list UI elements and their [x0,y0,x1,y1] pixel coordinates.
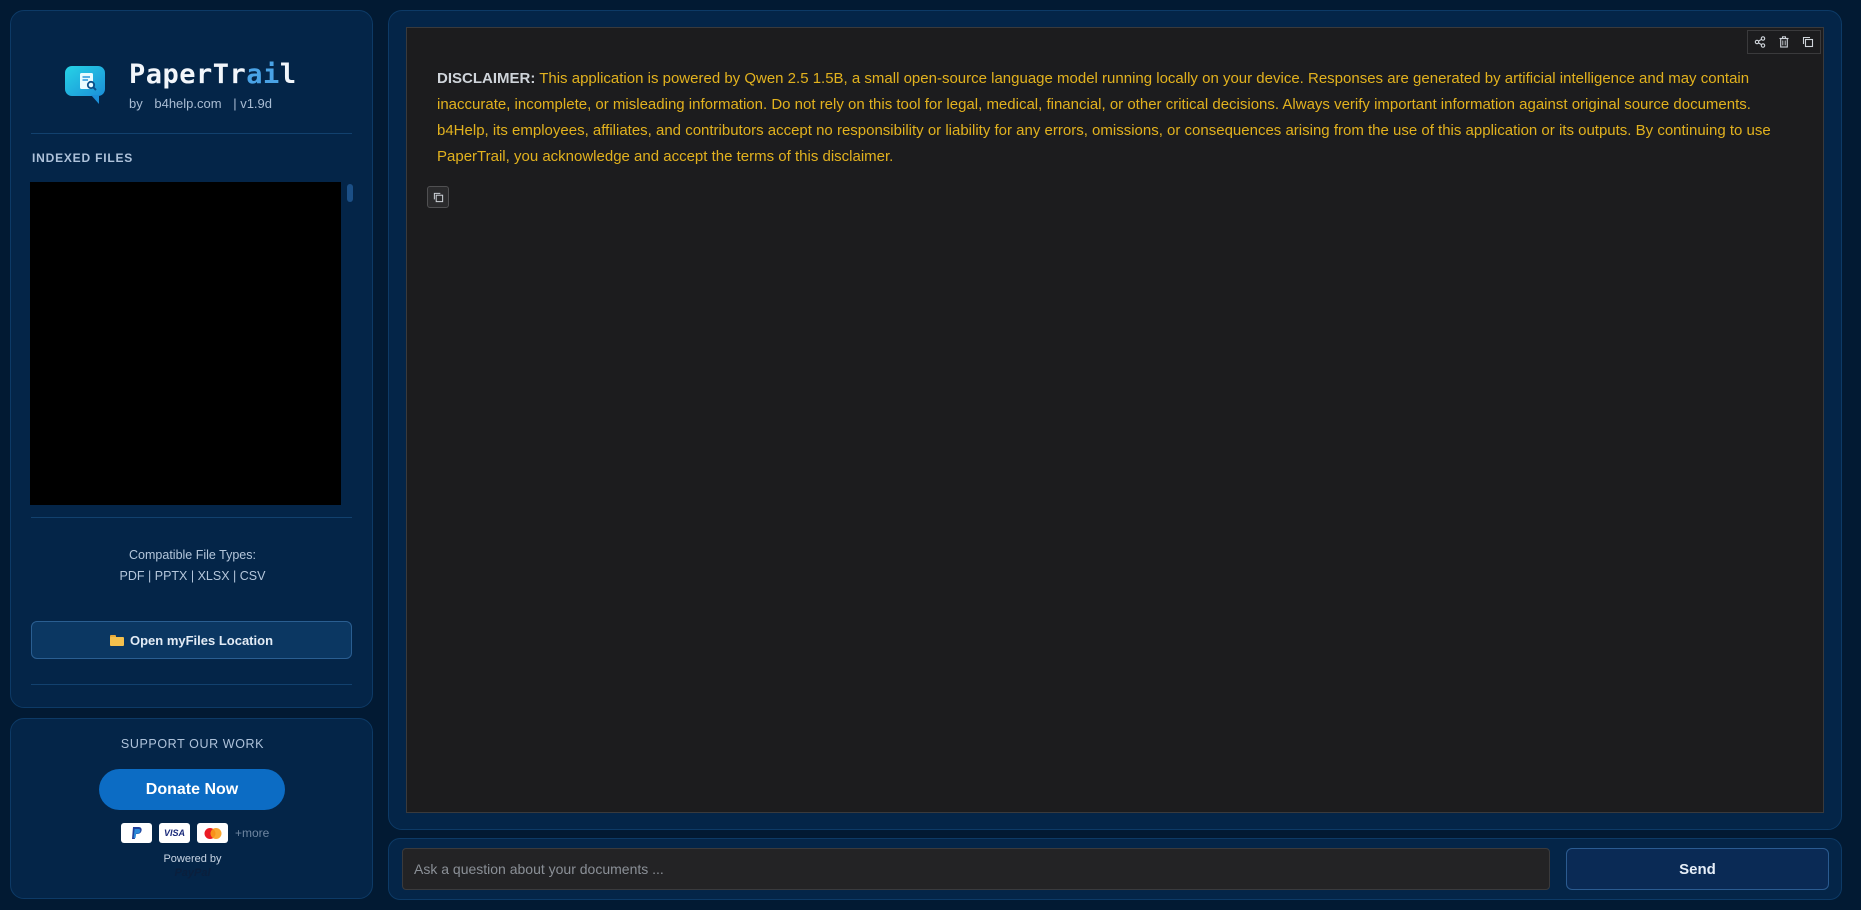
brand-site-link[interactable]: b4help.com [154,96,221,111]
open-myfiles-label: Open myFiles Location [129,632,274,648]
app-title-part: l [279,59,297,90]
share-icon [1754,36,1766,48]
trash-icon [1779,36,1789,48]
brand-by: by [129,96,143,111]
send-button[interactable]: Send [1566,848,1829,890]
paypal-logo-text: PayPal [174,867,211,879]
input-bar: Send [388,838,1842,900]
clear-chat-button[interactable] [1772,31,1796,53]
brand-header: PaperTrail by b4help.com | v1.9d [53,51,353,121]
chat-messages[interactable]: DISCLAIMER: This application is powered … [406,27,1824,813]
app-root: PaperTrail by b4help.com | v1.9d INDEXED… [0,0,1861,910]
brand-version: | v1.9d [233,96,272,111]
app-title-part: PaperTr [129,59,247,90]
disclaimer-label: DISCLAIMER: [437,70,536,87]
folder-icon [109,634,124,646]
disclaimer-text: This application is powered by Qwen 2.5 … [437,70,1771,165]
app-title-highlight: ai [246,59,280,90]
open-myfiles-button[interactable]: Open myFiles Location [31,621,352,659]
compat-types: PDF | PPTX | XLSX | CSV [119,569,266,583]
question-input[interactable] [402,848,1550,890]
copy-icon [1802,36,1814,48]
chat-panel: DISCLAIMER: This application is powered … [388,10,1842,830]
support-label: SUPPORT OUR WORK [120,737,265,751]
divider [31,517,352,518]
powered-by: Powered by PayPal [11,852,374,880]
copy-message-button[interactable] [427,186,449,208]
support-panel: SUPPORT OUR WORK Donate Now VISA +more P… [10,718,373,899]
visa-text: VISA [163,828,185,838]
more-payment-methods: +more [235,826,270,840]
indexed-files-list[interactable] [30,182,341,505]
files-scrollbar[interactable] [347,184,353,202]
compat-title: Compatible File Types: [129,548,256,562]
app-title: PaperTrail [129,59,297,90]
donate-button[interactable]: Donate Now [99,769,285,810]
compatible-file-types: Compatible File Types: PDF | PPTX | XLSX… [11,545,374,587]
payment-methods: VISA +more [121,823,269,843]
indexed-files-label: INDEXED FILES [32,151,134,165]
copy-all-button[interactable] [1796,31,1820,53]
divider [31,684,352,685]
divider [31,133,352,134]
chat-toolbar [1747,30,1821,54]
visa-icon: VISA [159,823,190,843]
paypal-icon [121,823,152,843]
copy-icon [433,192,443,202]
powered-by-label: Powered by [163,853,222,865]
mastercard-icon [197,823,228,843]
share-button[interactable] [1748,31,1772,53]
disclaimer-message: DISCLAIMER: This application is powered … [437,66,1797,170]
sidebar: PaperTrail by b4help.com | v1.9d INDEXED… [10,10,373,708]
brand-subtitle: by b4help.com | v1.9d [129,96,280,111]
chat-document-search-icon [65,66,105,104]
